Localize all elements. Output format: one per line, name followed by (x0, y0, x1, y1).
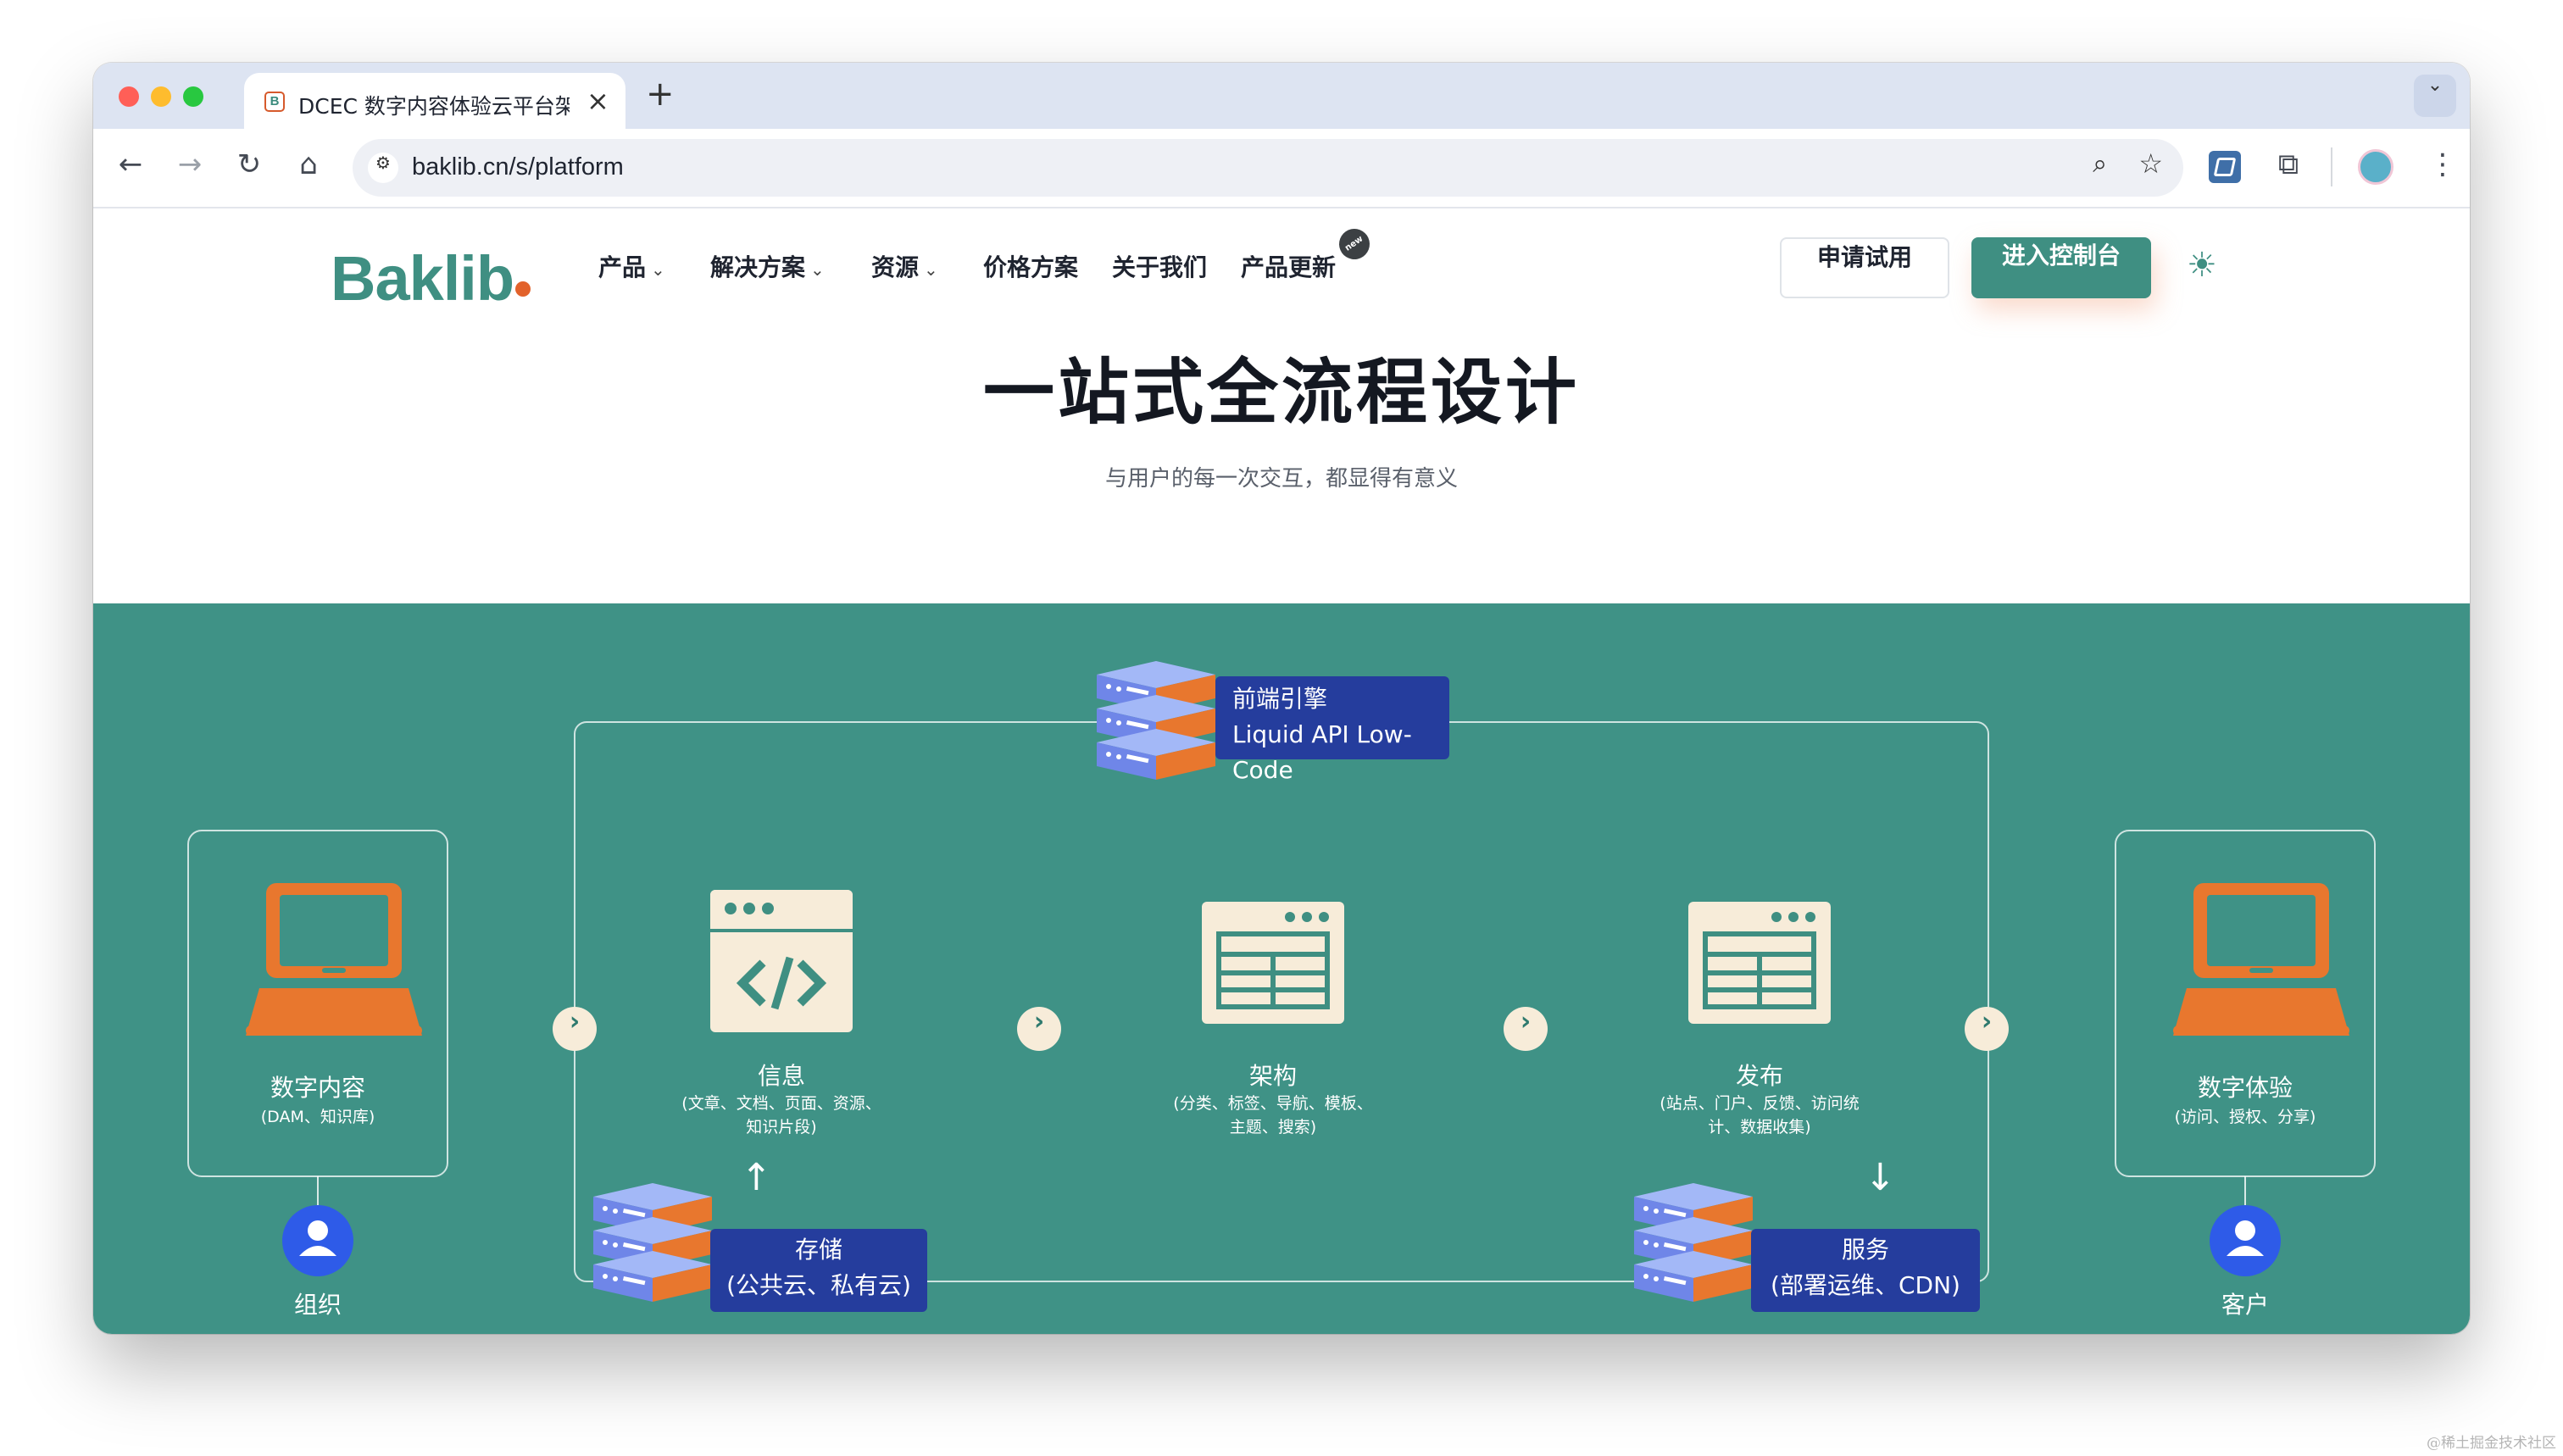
service-box: 服务 (部署运维、CDN) (1751, 1229, 1980, 1312)
left-panel-label: 数字内容 (270, 1074, 365, 1102)
url-text[interactable]: baklib.cn/s/platform (412, 153, 624, 181)
zoom-icon[interactable]: ⌕ (2093, 149, 2107, 179)
maximize-window-button[interactable] (183, 86, 203, 107)
arrow-down-icon: ↓ (1865, 1156, 1896, 1199)
toolbar-divider (2331, 147, 2332, 186)
back-icon[interactable]: ← (110, 147, 151, 188)
service-server-icon (1634, 1183, 1753, 1302)
frontend-engine-subtitle: Liquid API Low-Code (1232, 720, 1412, 784)
storage-subtitle: (公共云、私有云) (726, 1271, 911, 1299)
publish-window-icon (1688, 902, 1831, 1024)
org-label: 组织 (293, 1291, 342, 1319)
new-badge: new (1332, 222, 1376, 266)
apply-trial-button[interactable]: 申请试用 (1780, 237, 1949, 298)
close-window-button[interactable] (119, 86, 139, 107)
profile-avatar[interactable] (2358, 149, 2393, 185)
favicon-icon: B (264, 92, 285, 112)
hero-title: 一站式全流程设计 (982, 351, 1580, 434)
site-logo[interactable]: Baklib (331, 242, 514, 314)
step-info-label: 信息 (757, 1062, 805, 1090)
step-architecture-label: 架构 (1248, 1062, 1297, 1090)
nav-item-about[interactable]: 关于我们 (1112, 249, 1207, 283)
arrow-up-icon: ↑ (741, 1156, 772, 1199)
forward-icon[interactable]: → (170, 147, 210, 188)
chevron-right-icon[interactable]: › (1017, 1007, 1061, 1051)
laptop-icon-right (2173, 883, 2349, 1036)
extensions-puzzle-icon[interactable]: ⧉ (2268, 147, 2309, 188)
frontend-engine-box: 前端引擎 Liquid API Low-Code (1215, 676, 1449, 784)
nav-item-updates[interactable]: 产品更新 (1241, 249, 1336, 283)
tab-close-icon[interactable]: × (587, 85, 609, 117)
architecture-window-icon (1202, 902, 1344, 1024)
chevron-right-icon[interactable]: › (553, 1007, 597, 1051)
chevron-down-icon: ⌄ (810, 259, 825, 280)
reload-icon[interactable]: ↻ (229, 147, 270, 188)
active-tab[interactable]: B DCEC 数字内容体验云平台架构 × (244, 73, 625, 129)
service-title: 服务 (1841, 1236, 1889, 1264)
frontend-server-icon (1097, 661, 1215, 780)
enter-console-button[interactable]: 进入控制台 (1971, 237, 2151, 298)
more-menu-icon[interactable]: ⋮ (2422, 147, 2463, 188)
storage-box: 存储 (公共云、私有云) (710, 1229, 927, 1312)
browser-toolbar: ← → ↻ ⌂ ⚙ baklib.cn/s/platform ⌕ ☆ ⧉ ⋮ (93, 129, 2470, 208)
storage-server-icon (593, 1183, 712, 1302)
customer-avatar-icon (2210, 1205, 2281, 1276)
laptop-icon-left (246, 883, 422, 1036)
architecture-diagram: › › › › 前端引擎 Liquid API Low-Code 数字内容 (D… (93, 603, 2470, 1334)
step-publish-sub: (站点、门户、反馈、访问统 计、数据收集) (1660, 1094, 1860, 1136)
chevron-down-icon: ⌄ (924, 259, 938, 280)
site-settings-icon[interactable]: ⚙ (368, 153, 398, 183)
webpage: Baklib 产品 ⌄ 解决方案 ⌄ 资源 ⌄ 价格方案 关于我们 产品更新 new … (93, 208, 2470, 1334)
theme-toggle-sun-icon[interactable]: ☀ (2187, 246, 2217, 285)
tab-strip: B DCEC 数字内容体验云平台架构 × + ⌄ (93, 63, 2470, 129)
frontend-engine-title: 前端引擎 (1232, 685, 1328, 713)
customer-label: 客户 (2221, 1291, 2269, 1319)
tab-title: DCEC 数字内容体验云平台架构 (298, 94, 570, 117)
home-icon[interactable]: ⌂ (288, 147, 329, 188)
service-subtitle: (部署运维、CDN) (1771, 1271, 1960, 1299)
right-panel-label: 数字体验 (2197, 1074, 2293, 1102)
logo-dot (515, 281, 531, 297)
step-info-sub: (文章、文档、页面、资源、 知识片段) (681, 1094, 881, 1136)
bookmark-star-icon[interactable]: ☆ (2138, 147, 2163, 180)
minimize-window-button[interactable] (151, 86, 171, 107)
tab-search-chevron-icon[interactable]: ⌄ (2414, 75, 2456, 117)
step-architecture-sub: (分类、标签、导航、模板、 主题、搜索) (1173, 1094, 1373, 1136)
nav-item-solutions[interactable]: 解决方案 ⌄ (710, 249, 825, 283)
nav-item-resources[interactable]: 资源 ⌄ (871, 249, 938, 283)
nav-item-product[interactable]: 产品 ⌄ (598, 249, 665, 283)
chevron-right-icon[interactable]: › (1504, 1007, 1548, 1051)
browser-window: B DCEC 数字内容体验云平台架构 × + ⌄ ← → ↻ ⌂ ⚙ bakli… (93, 63, 2470, 1334)
address-bar[interactable]: ⚙ baklib.cn/s/platform ⌕ ☆ (353, 139, 2183, 197)
left-panel-sub: (DAM、知识库) (260, 1108, 375, 1126)
step-publish-label: 发布 (1735, 1062, 1783, 1090)
hero-subtitle: 与用户的每一次交互，都显得有意义 (1104, 466, 1458, 492)
chevron-right-icon[interactable]: › (1965, 1007, 2009, 1051)
extension-icon[interactable] (2209, 151, 2241, 183)
storage-title: 存储 (794, 1236, 842, 1264)
chevron-down-icon: ⌄ (651, 259, 665, 280)
nav-item-pricing[interactable]: 价格方案 (983, 249, 1078, 283)
watermark: @稀土掘金技术社区 (2427, 1435, 2556, 1452)
org-avatar-icon (282, 1205, 353, 1276)
new-tab-icon[interactable]: + (646, 75, 675, 114)
code-window-icon (710, 890, 853, 1032)
right-panel-sub: (访问、授权、分享) (2174, 1108, 2316, 1126)
